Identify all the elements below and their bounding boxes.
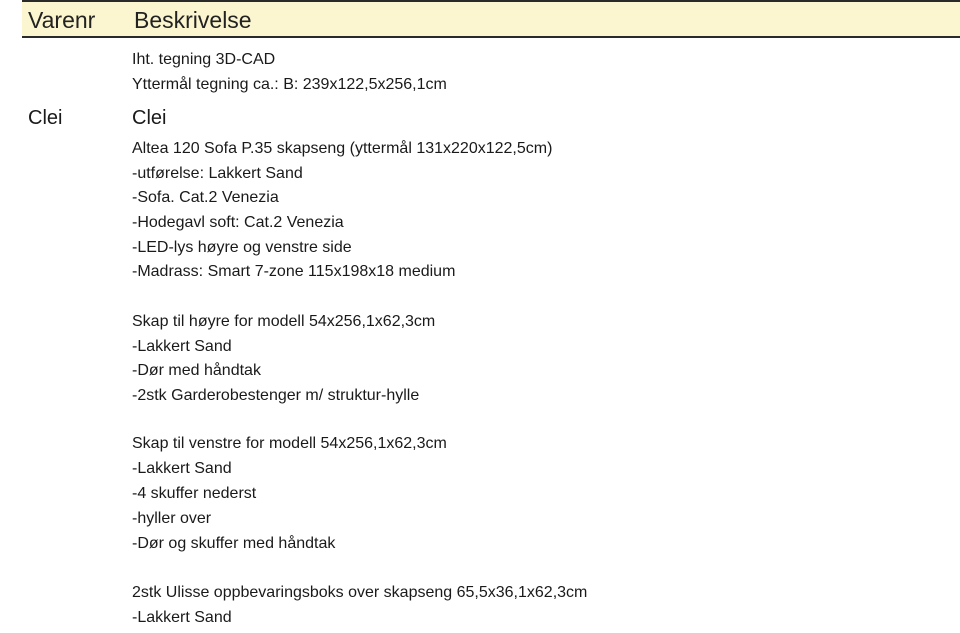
description-line: -Lakkert Sand [132,338,232,355]
description-line: -Sofa. Cat.2 Venezia [132,189,279,206]
item-title: Clei [132,107,167,129]
description-line: -Lakkert Sand [132,609,232,626]
column-header-varenr: Varenr [28,7,96,33]
description-line: -Dør med håndtak [132,362,261,379]
description-line: 2stk Ulisse oppbevaringsboks over skapse… [132,584,588,601]
description-line: -hyller over [132,510,212,527]
description-line: Skap til venstre for modell 54x256,1x62,… [132,435,447,452]
description-line: -2stk Garderobestenger m/ struktur-hylle [132,387,420,404]
description-line: -LED-lys høyre og venstre side [132,239,352,256]
description-line: -utførelse: Lakkert Sand [132,165,303,182]
description-line: -Hodegavl soft: Cat.2 Venezia [132,214,344,231]
description-line: Skap til høyre for modell 54x256,1x62,3c… [132,313,436,330]
description-line: -Lakkert Sand [132,460,232,477]
description-line: -Dør og skuffer med håndtak [132,535,336,552]
item-number: Clei [28,107,63,129]
description-line: -4 skuffer nederst [132,485,257,502]
column-header-beskrivelse: Beskrivelse [134,7,252,33]
intro-line: Iht. tegning 3D-CAD [132,51,276,68]
table-header: Varenr Beskrivelse [22,0,960,38]
description-line: Altea 120 Sofa P.35 skapseng (yttermål 1… [132,140,553,157]
intro-line: Yttermål tegning ca.: B: 239x122,5x256,1… [132,76,447,93]
description-line: -Madrass: Smart 7-zone 115x198x18 medium [132,263,456,280]
